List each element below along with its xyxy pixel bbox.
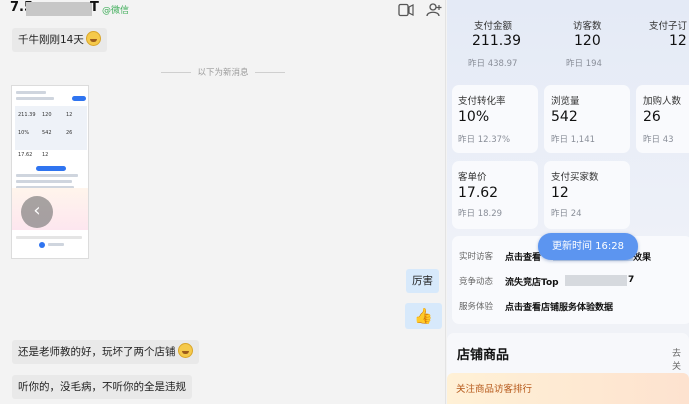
metric-value: 120 — [574, 33, 601, 49]
section-title: 店铺商品 — [457, 348, 510, 363]
info-row-value[interactable]: 点击查看 — [505, 250, 541, 263]
add-contact-icon[interactable] — [426, 3, 442, 17]
message-text: 还是老师教的好，玩坏了两个店铺 — [18, 346, 176, 358]
info-row-label: 服务体验 — [459, 302, 494, 312]
metric-value: 211.39 — [472, 33, 521, 49]
info-row-label: 实时访客 — [459, 252, 494, 262]
metric-value: 26 — [643, 109, 661, 125]
smile-emoji-icon — [177, 343, 193, 358]
smile-emoji-icon — [85, 31, 101, 46]
new-messages-divider: 以下为新消息 — [0, 66, 445, 78]
metric-label: 支付金额 — [474, 21, 513, 32]
metric-value: 10% — [458, 109, 490, 125]
back-arrow-icon[interactable]: ‹ — [21, 196, 53, 228]
chat-pane: 7.5 T @微信 千牛刚刚14天 以下为新消息 211.39 120 12 1… — [0, 0, 446, 404]
phone-icon[interactable] — [398, 3, 414, 17]
metric-label: 客单价 — [458, 172, 487, 183]
metric-value: 12 — [551, 185, 569, 201]
banner-text: 关注商品访客排行 — [456, 384, 533, 395]
chat-title-mask — [26, 2, 92, 16]
metric-sub: 昨日 24 — [551, 209, 582, 219]
info-row-value[interactable]: 流失竞店Top — [505, 275, 559, 288]
info-row-value[interactable]: 点击查看店铺服务体验数据 — [505, 300, 613, 313]
metric-label: 加购人数 — [643, 96, 682, 107]
info-row-value-tail: 7 — [628, 275, 635, 285]
metric-value: 542 — [551, 109, 578, 125]
shared-screenshot-image[interactable]: 211.39 120 12 10% 542 26 17.62 12 — [11, 85, 89, 259]
metric-label: 浏览量 — [551, 96, 580, 107]
update-time-pill[interactable]: 更新时间 16:28 — [538, 233, 638, 260]
thumbs-up-icon[interactable]: 👍 — [405, 303, 442, 329]
message-text: 厉害 — [412, 275, 433, 287]
metric-sub: 昨日 18.29 — [458, 209, 503, 219]
metric-sub: 昨日 438.97 — [468, 59, 518, 69]
metric-label: 支付买家数 — [551, 172, 599, 183]
dashboard-pane: 支付金额 211.39 昨日 438.97 访客数 120 昨日 194 支付子… — [447, 0, 689, 404]
metric-sub: 昨日 12.37% — [458, 135, 511, 145]
section-link[interactable]: 去关 — [672, 346, 689, 372]
chat-title-suffix: T — [90, 0, 99, 15]
chat-message[interactable]: 听你的，没毛病，不听你的全是违规 — [12, 375, 192, 399]
wechat-tag: @微信 — [102, 6, 130, 16]
metric-label: 支付转化率 — [458, 96, 506, 107]
chat-header: 7.5 T @微信 — [0, 0, 445, 24]
message-text: 千牛刚刚14天 — [18, 34, 84, 46]
metric-value: 12 — [669, 33, 687, 49]
metric-label: 支付子订 — [649, 21, 688, 32]
metric-sub: 昨日 1,141 — [551, 135, 596, 145]
info-row-label: 竞争动态 — [459, 277, 494, 287]
metric-sub: 昨日 43 — [643, 135, 674, 145]
chat-message[interactable]: 还是老师教的好，玩坏了两个店铺 — [12, 340, 199, 364]
metric-sub: 昨日 194 — [566, 59, 602, 69]
metric-value: 17.62 — [458, 185, 499, 201]
message-text: 听你的，没毛病，不听你的全是违规 — [18, 381, 186, 393]
chat-message[interactable]: 厉害 — [406, 269, 439, 293]
chat-message[interactable]: 千牛刚刚14天 — [12, 28, 107, 52]
masked-text — [565, 275, 627, 286]
metric-label: 访客数 — [573, 21, 602, 32]
